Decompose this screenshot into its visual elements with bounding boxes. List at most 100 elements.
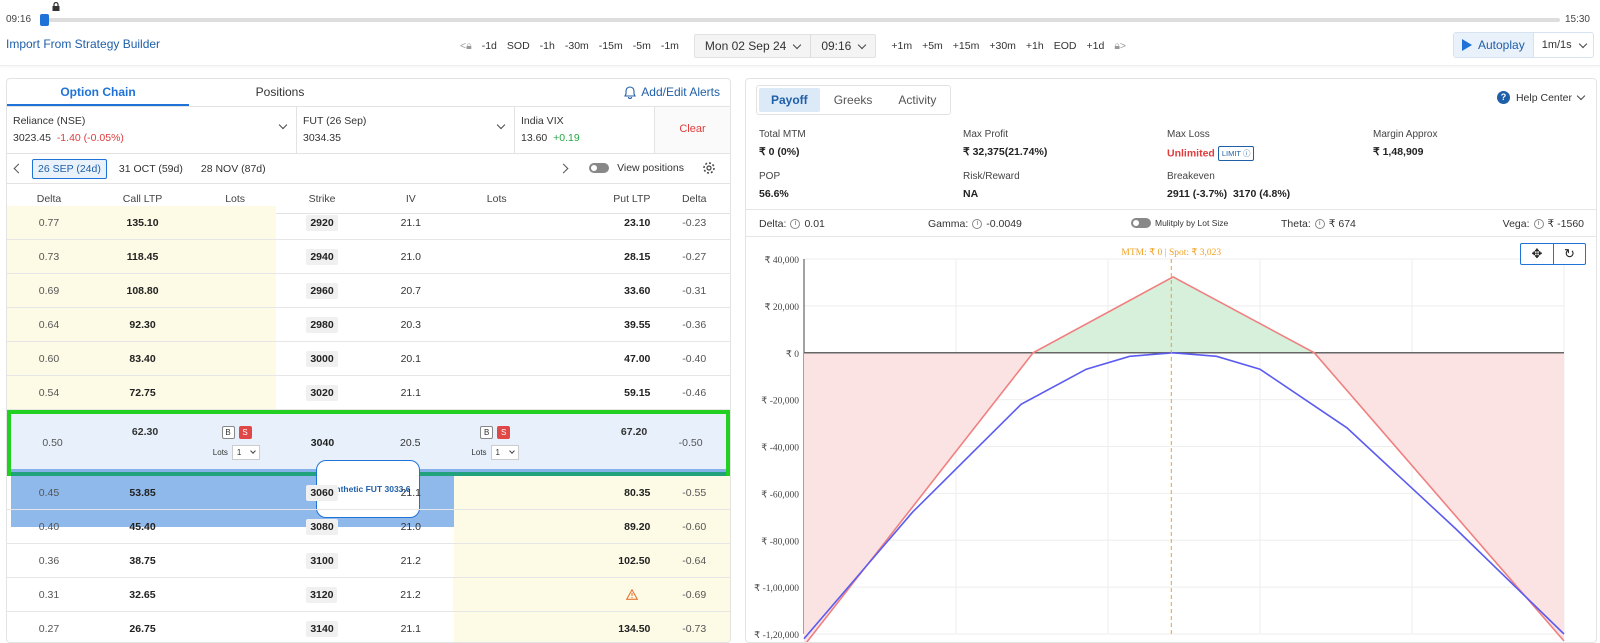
table-row[interactable]: 0.40 45.40 3080 21.0 89.20 -0.60 xyxy=(7,510,730,544)
next-lock-icon[interactable]: 🔒︎> xyxy=(1109,36,1131,56)
call-lots-cell[interactable] xyxy=(194,376,277,409)
put-lots-cell[interactable] xyxy=(454,240,540,273)
tab-positions[interactable]: Positions xyxy=(189,79,371,106)
put-lots-cell[interactable] xyxy=(454,376,540,409)
call-lots-cell[interactable] xyxy=(194,544,276,577)
expiry-28nov[interactable]: 28 NOV (87d) xyxy=(195,159,272,179)
put-ltp-cell: 134.50 xyxy=(539,612,659,642)
call-lots-cell[interactable] xyxy=(194,240,277,273)
put-lots-cell[interactable] xyxy=(454,206,540,239)
chevron-down-icon xyxy=(509,448,515,454)
payoff-chart[interactable]: ₹ 40,000 ₹ 20,000 ₹ 0 ₹ -20,000 ₹ -40,000 ₹ -… xyxy=(746,239,1596,642)
call-lots-cell[interactable] xyxy=(194,308,277,341)
back-step-button[interactable]: -1h xyxy=(535,36,560,56)
back-step-button[interactable]: SOD xyxy=(502,36,535,56)
tab-option-chain[interactable]: Option Chain xyxy=(7,79,189,106)
table-row[interactable]: 0.36 38.75 3100 21.2 102.50 -0.64 xyxy=(7,544,730,578)
speed-select[interactable]: 1m/1s xyxy=(1534,39,1594,51)
add-edit-alerts-button[interactable]: Add/Edit Alerts xyxy=(624,85,720,99)
put-lots-select[interactable]: 1 xyxy=(490,445,519,460)
put-lots-cell[interactable] xyxy=(454,342,540,375)
mtm-spot-annotation: MTM: ₹ 0 | Spot: ₹ 3,023 xyxy=(1121,247,1221,258)
call-lots-select[interactable]: 1 xyxy=(231,445,261,460)
info-icon[interactable]: i xyxy=(1314,219,1325,229)
timeline-handle[interactable] xyxy=(40,14,49,26)
profit-area xyxy=(1033,276,1315,353)
reset-icon[interactable]: ↻ xyxy=(1553,244,1585,264)
table-row[interactable]: 0.77 135.10 2920 21.1 23.10 -0.23 xyxy=(7,206,730,240)
info-icon[interactable]: i xyxy=(1533,219,1544,229)
gear-icon[interactable] xyxy=(702,161,716,175)
underlying-select[interactable]: Reliance (NSE) 3023.45 -1.40 (-0.05%) xyxy=(7,107,297,153)
put-lots-cell[interactable] xyxy=(453,612,540,642)
pan-icon[interactable]: ✥ xyxy=(1521,244,1553,264)
strike-value: 3000 xyxy=(306,350,338,367)
tab-greeks[interactable]: Greeks xyxy=(822,88,885,112)
expiry-31oct[interactable]: 31 OCT (59d) xyxy=(113,159,189,179)
atm-row[interactable]: 0.50 62.30 BS Lots 1 3040 20.5 BS Lots 1 6… xyxy=(7,410,730,527)
table-row[interactable]: 0.64 92.30 2980 20.3 39.55 -0.36 xyxy=(7,308,730,342)
help-center-button[interactable]: ? Help Center xyxy=(1496,91,1586,104)
info-icon[interactable]: i xyxy=(972,219,983,229)
expiry-26sep[interactable]: 26 SEP (24d) xyxy=(32,158,107,179)
put-lots-cell[interactable] xyxy=(454,308,540,341)
put-lots-cell[interactable] xyxy=(453,544,540,577)
limit-button[interactable]: LIMIT ⓘ xyxy=(1217,146,1255,161)
tab-payoff[interactable]: Payoff xyxy=(759,88,820,112)
call-lots-cell[interactable] xyxy=(194,274,277,307)
table-row[interactable]: 0.60 83.40 3000 20.1 47.00 -0.40 xyxy=(7,342,730,376)
forward-step-button[interactable]: +1d xyxy=(1082,36,1110,56)
chevron-right-icon[interactable] xyxy=(558,163,569,173)
back-step-button[interactable]: -1d xyxy=(477,36,502,56)
call-lots-cell[interactable] xyxy=(194,342,277,375)
table-row[interactable]: 0.31 32.65 3120 21.2 -0.69 xyxy=(7,578,730,612)
table-row[interactable]: 0.27 26.75 3140 21.1 134.50 -0.73 xyxy=(7,612,730,642)
put-sell-button[interactable]: S xyxy=(497,426,511,439)
autoplay-button[interactable]: Autoplay xyxy=(1454,33,1534,57)
forward-step-button[interactable]: +5m xyxy=(917,36,948,56)
put-lots-cell[interactable] xyxy=(453,578,540,611)
info-icon[interactable]: i xyxy=(790,219,801,229)
table-row[interactable]: 0.45 53.85 3060 21.1 80.35 -0.55 xyxy=(7,476,730,510)
back-step-button[interactable]: -1m xyxy=(656,36,684,56)
call-lots-cell[interactable] xyxy=(194,206,277,239)
put-buy-button[interactable]: B xyxy=(480,426,494,439)
back-step-button[interactable]: -15m xyxy=(594,36,628,56)
tab-activity[interactable]: Activity xyxy=(886,88,948,112)
put-ltp-cell xyxy=(539,578,659,611)
header-call-ltp: Call LTP xyxy=(122,192,163,205)
call-lots-cell[interactable] xyxy=(194,476,276,509)
call-lots-cell[interactable] xyxy=(194,612,276,642)
time-select[interactable]: 09:16 xyxy=(810,34,875,58)
chevron-left-icon[interactable] xyxy=(13,163,24,174)
forward-step-button[interactable]: +15m xyxy=(948,36,985,56)
call-lots-cell[interactable] xyxy=(194,578,276,611)
forward-step-button[interactable]: EOD xyxy=(1049,36,1082,56)
put-lots-cell[interactable] xyxy=(453,510,540,543)
prev-lock-icon[interactable]: <🔒︎ xyxy=(455,36,477,56)
clear-button[interactable]: Clear xyxy=(655,107,730,153)
back-step-button[interactable]: -30m xyxy=(560,36,594,56)
datetime-picker[interactable]: Mon 02 Sep 24 09:16 xyxy=(693,34,877,58)
table-row[interactable]: 0.69 108.80 2960 20.7 33.60 -0.31 xyxy=(7,274,730,308)
forward-step-button[interactable]: +1h xyxy=(1021,36,1049,56)
call-lots-cell[interactable] xyxy=(194,510,276,543)
put-lots-cell[interactable] xyxy=(454,274,540,307)
chevron-down-icon xyxy=(793,40,802,49)
call-buy-button[interactable]: B xyxy=(221,426,235,439)
timeline-slider[interactable] xyxy=(44,18,1560,22)
forward-step-button[interactable]: +1m xyxy=(886,36,917,56)
put-lots-cell[interactable] xyxy=(453,476,540,509)
date-select[interactable]: Mon 02 Sep 24 xyxy=(695,34,810,58)
futures-select[interactable]: FUT (26 Sep) 3034.35 xyxy=(297,107,515,153)
back-step-button[interactable]: -5m xyxy=(628,36,656,56)
view-positions-toggle[interactable] xyxy=(589,163,610,173)
call-sell-button[interactable]: S xyxy=(238,426,252,439)
multiply-lot-toggle[interactable] xyxy=(1131,218,1151,228)
put-ltp-cell: 33.60 xyxy=(624,284,651,297)
table-row[interactable]: 0.54 72.75 3020 21.1 59.15 -0.46 xyxy=(7,376,730,410)
chart-controls: ✥ ↻ xyxy=(1520,243,1586,265)
import-strategy-link[interactable]: Import From Strategy Builder xyxy=(6,37,160,51)
forward-step-button[interactable]: +30m xyxy=(984,36,1021,56)
table-row[interactable]: 0.73 118.45 2940 21.0 28.15 -0.27 xyxy=(7,240,730,274)
